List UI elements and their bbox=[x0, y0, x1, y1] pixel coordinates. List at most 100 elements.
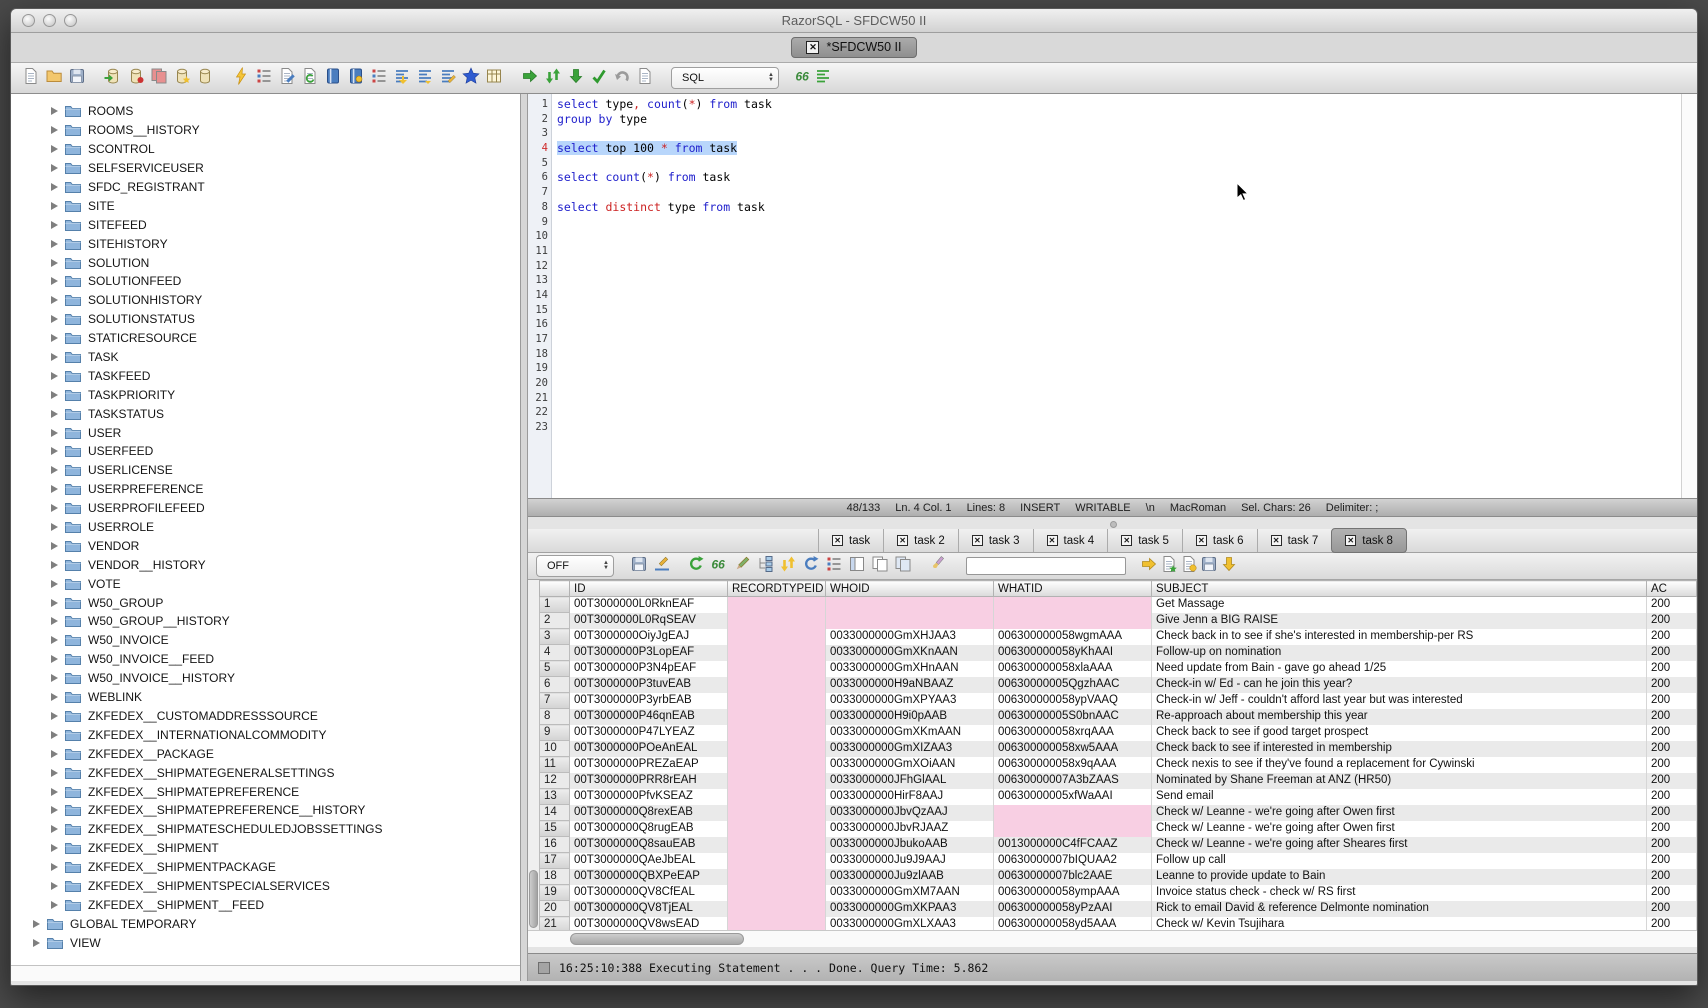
disclosure-triangle-icon[interactable] bbox=[51, 617, 58, 625]
disclosure-triangle-icon[interactable] bbox=[51, 599, 58, 607]
close-tab-icon[interactable]: ✕ bbox=[1121, 535, 1132, 546]
grid-cell[interactable]: 200 bbox=[1647, 837, 1697, 853]
code-line[interactable] bbox=[557, 126, 1681, 141]
save-file-icon[interactable] bbox=[67, 66, 87, 86]
disclosure-triangle-icon[interactable] bbox=[51, 164, 58, 172]
tree-item-solutionstatus[interactable]: SOLUTIONSTATUS bbox=[11, 310, 520, 329]
grid-cell[interactable]: 0033000000GmXPYAA3 bbox=[826, 693, 994, 709]
tree-item-userprofilefeed[interactable]: USERPROFILEFEED bbox=[11, 499, 520, 518]
column-list-icon[interactable] bbox=[369, 66, 389, 86]
grid-cell[interactable]: Send email bbox=[1152, 789, 1647, 805]
edit-page-icon[interactable] bbox=[277, 66, 297, 86]
export-plus-icon[interactable] bbox=[1159, 554, 1179, 574]
highlight-brush-icon[interactable] bbox=[927, 554, 947, 574]
tree-item-zkfedex-shipmatescheduledjobssettings[interactable]: ZKFEDEX__SHIPMATESCHEDULEDJOBSSETTINGS bbox=[11, 820, 520, 839]
grid-cell[interactable]: 00T3000000P47LYEAZ bbox=[570, 725, 728, 741]
describe-list-icon[interactable] bbox=[254, 66, 274, 86]
connect-db-icon[interactable] bbox=[103, 66, 123, 86]
book-edit-icon[interactable] bbox=[323, 66, 343, 86]
grid-cell[interactable]: 0033000000H9i0pAAB bbox=[826, 709, 994, 725]
tree-item-zkfedex-internationalcommodity[interactable]: ZKFEDEX__INTERNATIONALCOMMODITY bbox=[11, 725, 520, 744]
tree-filter-icon[interactable] bbox=[755, 554, 775, 574]
tree-hscrollbar[interactable] bbox=[11, 965, 520, 981]
close-tab-icon[interactable]: ✕ bbox=[972, 535, 983, 546]
disclosure-triangle-icon[interactable] bbox=[51, 750, 58, 758]
grid-cell[interactable] bbox=[728, 725, 826, 741]
code-line[interactable] bbox=[557, 347, 1681, 362]
grid-cell[interactable]: 0013000000C4fFCAAZ bbox=[994, 837, 1152, 853]
tree-item-taskpriority[interactable]: TASKPRIORITY bbox=[11, 385, 520, 404]
disclosure-triangle-icon[interactable] bbox=[51, 221, 58, 229]
disclosure-triangle-icon[interactable] bbox=[51, 788, 58, 796]
quotes-66-icon[interactable]: 66 bbox=[793, 66, 813, 86]
grid-cell[interactable]: 00630000005QgzhAAC bbox=[994, 677, 1152, 693]
grid-column-header[interactable] bbox=[540, 581, 570, 597]
minimize-window-button[interactable] bbox=[43, 14, 56, 27]
grid-cell[interactable]: 00T3000000POeAnEAL bbox=[570, 741, 728, 757]
grid-row[interactable]: 600T3000000P3tuvEAB0033000000H9aNBAAZ006… bbox=[540, 677, 1697, 693]
document-tab[interactable]: ✕ *SFDCW50 II bbox=[791, 37, 916, 58]
disclosure-triangle-icon[interactable] bbox=[51, 240, 58, 248]
code-line[interactable]: select type, count(*) from task bbox=[557, 97, 1681, 112]
grid-cell[interactable]: 200 bbox=[1647, 613, 1697, 629]
grid-cell[interactable]: 0033000000JbukoAAB bbox=[826, 837, 994, 853]
grid-cell[interactable]: 00T3000000PREZaEAP bbox=[570, 757, 728, 773]
disconnect-db-icon[interactable] bbox=[126, 66, 146, 86]
edit-sql-icon[interactable] bbox=[438, 66, 458, 86]
disclosure-triangle-icon[interactable] bbox=[51, 901, 58, 909]
grid-cell[interactable]: 200 bbox=[1647, 853, 1697, 869]
grid-cell[interactable]: 200 bbox=[1647, 709, 1697, 725]
disclosure-triangle-icon[interactable] bbox=[51, 523, 58, 531]
grid-cell[interactable]: 0033000000GmXKPAA3 bbox=[826, 901, 994, 917]
grid-row[interactable]: 400T3000000P3LopEAF0033000000GmXKnAAN006… bbox=[540, 645, 1697, 661]
grid-row[interactable]: 1700T3000000QAeJbEAL0033000000Ju9J9AAJ00… bbox=[540, 853, 1697, 869]
disclosure-triangle-icon[interactable] bbox=[51, 504, 58, 512]
close-tab-icon[interactable]: ✕ bbox=[1196, 535, 1207, 546]
grid-cell[interactable] bbox=[728, 821, 826, 837]
grid-column-header[interactable]: AC bbox=[1647, 581, 1697, 597]
grid-cell[interactable]: Invoice status check - check w/ RS first bbox=[1152, 885, 1647, 901]
grid-cell[interactable] bbox=[728, 661, 826, 677]
disclosure-triangle-icon[interactable] bbox=[51, 580, 58, 588]
result-tab-task[interactable]: ✕task bbox=[818, 529, 883, 552]
tree-item-w50-group[interactable]: W50_GROUP bbox=[11, 593, 520, 612]
disclosure-triangle-icon[interactable] bbox=[51, 655, 58, 663]
tree-item-taskfeed[interactable]: TASKFEED bbox=[11, 366, 520, 385]
glasses-icon[interactable]: 66 bbox=[709, 554, 729, 574]
grid-cell[interactable]: 200 bbox=[1647, 677, 1697, 693]
grid-cell[interactable]: 00T3000000PfvKSEAZ bbox=[570, 789, 728, 805]
grid-cell[interactable]: 200 bbox=[1647, 661, 1697, 677]
disclosure-triangle-icon[interactable] bbox=[51, 145, 58, 153]
zoom-window-button[interactable] bbox=[64, 14, 77, 27]
describe-list2-icon[interactable] bbox=[824, 554, 844, 574]
grid-cell[interactable]: Need update from Bain - gave go ahead 1/… bbox=[1152, 661, 1647, 677]
disclosure-triangle-icon[interactable] bbox=[51, 542, 58, 550]
grid-cell[interactable]: 00T3000000P46qnEAB bbox=[570, 709, 728, 725]
grid-cell[interactable]: 00T3000000QAeJbEAL bbox=[570, 853, 728, 869]
execute-all-icon[interactable] bbox=[543, 66, 563, 86]
disclosure-triangle-icon[interactable] bbox=[51, 825, 58, 833]
grid-row[interactable]: 1800T3000000QBXPeEAP0033000000Ju9zlAAB00… bbox=[540, 869, 1697, 885]
disclosure-triangle-icon[interactable] bbox=[51, 183, 58, 191]
grid-cell[interactable] bbox=[826, 613, 994, 629]
tree-item-rooms-history[interactable]: ROOMS__HISTORY bbox=[11, 121, 520, 140]
grid-cell[interactable]: 00T3000000Q8rugEAB bbox=[570, 821, 728, 837]
grid-hscrollbar-thumb[interactable] bbox=[570, 933, 744, 945]
grid-cell[interactable]: 006300000058wgmAAA bbox=[994, 629, 1152, 645]
grid-row[interactable]: 1500T3000000Q8rugEAB0033000000JbvRJAAZCh… bbox=[540, 821, 1697, 837]
grid-row[interactable]: 2100T3000000QV8wsEAD0033000000GmXLXAA300… bbox=[540, 917, 1697, 931]
grid-cell[interactable]: Re-approach about membership this year bbox=[1152, 709, 1647, 725]
grid-cell[interactable] bbox=[728, 677, 826, 693]
tree-item-scontrol[interactable]: SCONTROL bbox=[11, 140, 520, 159]
grid-cell[interactable] bbox=[728, 741, 826, 757]
disclosure-triangle-icon[interactable] bbox=[51, 844, 58, 852]
fetch-down-icon[interactable] bbox=[566, 66, 586, 86]
grid-row[interactable]: 100T3000000L0RknEAFGet Massage200 bbox=[540, 597, 1697, 613]
grid-cell[interactable]: 0033000000GmXIZAA3 bbox=[826, 741, 994, 757]
form-page-icon[interactable] bbox=[847, 554, 867, 574]
grid-cell[interactable]: Follow up call bbox=[1152, 853, 1647, 869]
grid-cell[interactable] bbox=[728, 629, 826, 645]
grid-cell[interactable]: 00T3000000P3yrbEAB bbox=[570, 693, 728, 709]
results-search-input[interactable] bbox=[966, 557, 1126, 575]
grid-cell[interactable]: 00T3000000QV8CfEAL bbox=[570, 885, 728, 901]
